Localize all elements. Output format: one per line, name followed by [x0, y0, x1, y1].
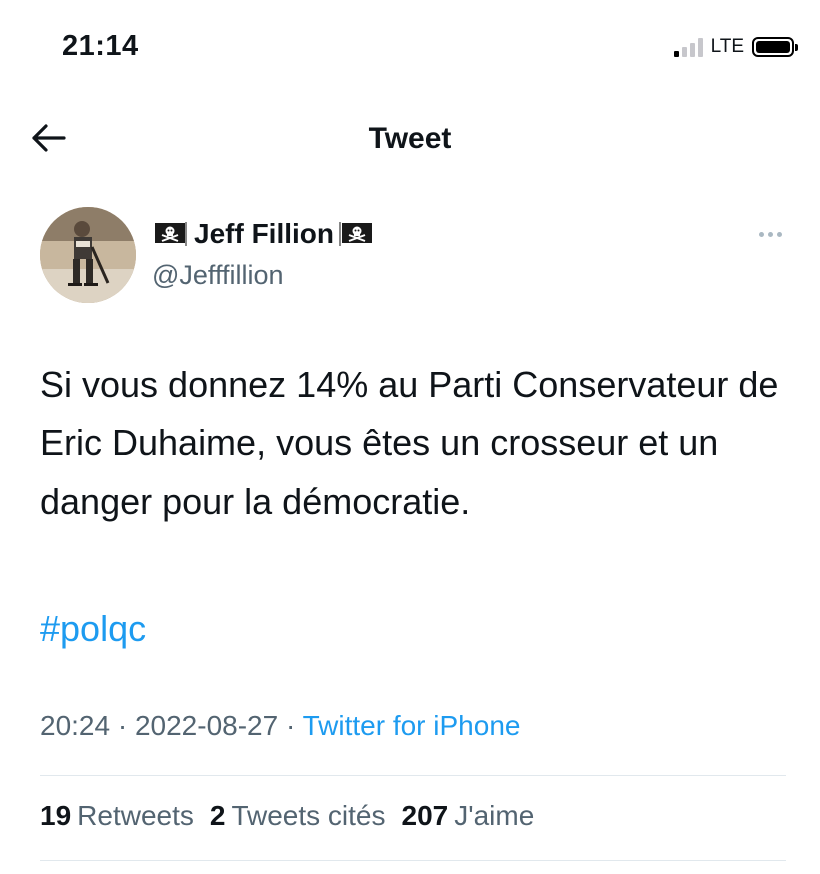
likes-label: J'aime — [454, 800, 535, 831]
quotes-count: 2 — [209, 800, 226, 831]
signal-icon — [673, 37, 703, 57]
retweets-count: 19 — [40, 800, 72, 831]
retweets-label: Retweets — [77, 800, 194, 831]
meta-separator: · — [285, 710, 296, 741]
likes-count: 207 — [401, 800, 449, 831]
tweet-source-link[interactable]: Twitter for iPhone — [303, 710, 521, 741]
hashtag-link[interactable]: #polqc — [40, 608, 146, 650]
author-name[interactable]: Jeff Fillion — [152, 218, 376, 250]
author-handle[interactable]: @Jefffillion — [152, 260, 283, 291]
meta-separator: · — [117, 710, 128, 741]
divider — [40, 860, 786, 861]
tweet-time[interactable]: 20:24 — [40, 710, 110, 741]
tweet-meta: 20:24 · 2022-08-27 · Twitter for iPhone — [40, 710, 520, 742]
author-name-text: Jeff Fillion — [194, 218, 334, 249]
more-horizontal-icon — [758, 231, 764, 237]
pirate-flag-icon — [155, 222, 187, 246]
retweets-stat[interactable]: 19 Retweets — [40, 800, 194, 832]
status-time: 21:14 — [62, 30, 139, 62]
status-indicators: LTE — [673, 36, 798, 58]
tweet-text: Si vous donnez 14% au Parti Conservateur… — [40, 364, 779, 522]
engagement-stats: 19 Retweets 2 Tweets cités 207 J'aime — [40, 800, 534, 832]
page-title: Tweet — [368, 122, 452, 155]
tweet-date[interactable]: 2022-08-27 — [135, 710, 278, 741]
battery-icon — [752, 37, 798, 57]
pirate-flag-icon — [339, 222, 372, 246]
divider — [40, 775, 786, 776]
network-type: LTE — [710, 36, 744, 57]
avatar[interactable] — [40, 207, 136, 303]
quote-tweets-stat[interactable]: 2 Tweets cités — [210, 800, 386, 832]
likes-stat[interactable]: 207 J'aime — [402, 800, 535, 832]
quotes-label: Tweets cités — [231, 800, 386, 831]
more-options-button[interactable] — [750, 222, 790, 246]
